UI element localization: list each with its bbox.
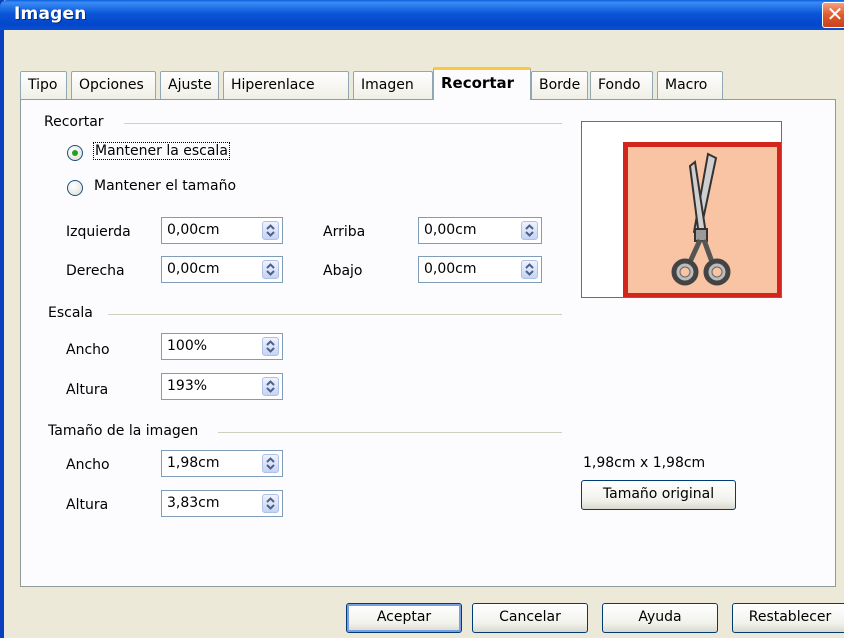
left-value[interactable]: 0,00cm: [167, 222, 220, 238]
scale-width-spinfield[interactable]: 100%: [161, 333, 283, 360]
keep-scale-radio[interactable]: [67, 145, 83, 161]
keep-scale-label-text: Mantener la escala: [93, 142, 230, 160]
title-bar[interactable]: Imagen ✕: [0, 0, 844, 30]
scale-height-label: Altura: [66, 382, 109, 398]
scale-width-label: Ancho: [66, 342, 110, 358]
bottom-label: Abajo: [323, 263, 363, 279]
window-title: Imagen: [14, 4, 87, 24]
spin-arrows-icon[interactable]: [262, 494, 279, 513]
size-height-spinfield[interactable]: 3,83cm: [161, 490, 283, 517]
cancel-button[interactable]: Cancelar: [472, 603, 588, 633]
radio-selected-dot: [72, 150, 78, 156]
size-width-spinfield[interactable]: 1,98cm: [161, 450, 283, 477]
tab-fondo[interactable]: Fondo: [590, 71, 653, 99]
close-button[interactable]: ✕: [822, 2, 844, 28]
spin-arrows-icon[interactable]: [262, 221, 279, 240]
tab-macro[interactable]: Macro: [657, 71, 723, 99]
spin-arrows-icon[interactable]: [262, 377, 279, 396]
right-value[interactable]: 0,00cm: [167, 261, 220, 277]
image-preview: [581, 121, 782, 298]
spin-arrows-icon[interactable]: [262, 337, 279, 356]
original-size-text: 1,98cm x 1,98cm: [583, 455, 706, 471]
keep-scale-label[interactable]: Mantener la escala: [93, 142, 230, 160]
spin-arrows-icon[interactable]: [521, 221, 538, 240]
tab-tipo[interactable]: Tipo: [20, 71, 67, 99]
spin-arrows-icon[interactable]: [262, 454, 279, 473]
tab-recortar[interactable]: Recortar: [433, 67, 531, 100]
scale-group-label: Escala: [48, 305, 93, 321]
bottom-value[interactable]: 0,00cm: [424, 261, 477, 277]
help-button[interactable]: Ayuda: [602, 603, 718, 633]
spin-arrows-icon[interactable]: [262, 260, 279, 279]
top-spinfield[interactable]: 0,00cm: [418, 217, 542, 244]
top-value[interactable]: 0,00cm: [424, 222, 477, 238]
top-label: Arriba: [323, 224, 366, 240]
image-size-group-label: Tamaño de la imagen: [48, 423, 199, 439]
tab-hiperenlace[interactable]: Hiperenlace: [223, 71, 349, 99]
scale-height-value[interactable]: 193%: [167, 378, 207, 394]
tab-ajuste[interactable]: Ajuste: [160, 71, 219, 99]
crop-group-divider: [124, 123, 562, 124]
original-size-button[interactable]: Tamaño original: [581, 480, 736, 510]
scale-width-value[interactable]: 100%: [167, 338, 207, 354]
left-spinfield[interactable]: 0,00cm: [161, 217, 283, 244]
tab-opciones[interactable]: Opciones: [71, 71, 156, 99]
right-spinfield[interactable]: 0,00cm: [161, 256, 283, 283]
crop-group-label: Recortar: [44, 114, 104, 130]
tab-imagen[interactable]: Imagen: [353, 71, 433, 99]
bottom-spinfield[interactable]: 0,00cm: [418, 256, 542, 283]
image-dialog: Imagen ✕ Tipo Opciones Ajuste Hiperenlac…: [0, 0, 844, 638]
size-width-label: Ancho: [66, 457, 110, 473]
scale-group-divider: [108, 314, 562, 315]
size-height-value[interactable]: 3,83cm: [167, 495, 220, 511]
keep-size-radio[interactable]: [67, 180, 83, 196]
tab-borde[interactable]: Borde: [531, 71, 588, 99]
size-width-value[interactable]: 1,98cm: [167, 455, 220, 471]
size-height-label: Altura: [66, 497, 109, 513]
scale-height-spinfield[interactable]: 193%: [161, 373, 283, 400]
keep-size-label[interactable]: Mantener el tamaño: [94, 178, 236, 194]
right-label: Derecha: [66, 263, 125, 279]
reset-button[interactable]: Restablecer: [732, 603, 844, 633]
left-label: Izquierda: [66, 224, 131, 240]
spin-arrows-icon[interactable]: [521, 260, 538, 279]
scissors-icon: [623, 142, 781, 298]
ok-button[interactable]: Aceptar: [346, 603, 462, 633]
image-size-group-divider: [218, 432, 562, 433]
